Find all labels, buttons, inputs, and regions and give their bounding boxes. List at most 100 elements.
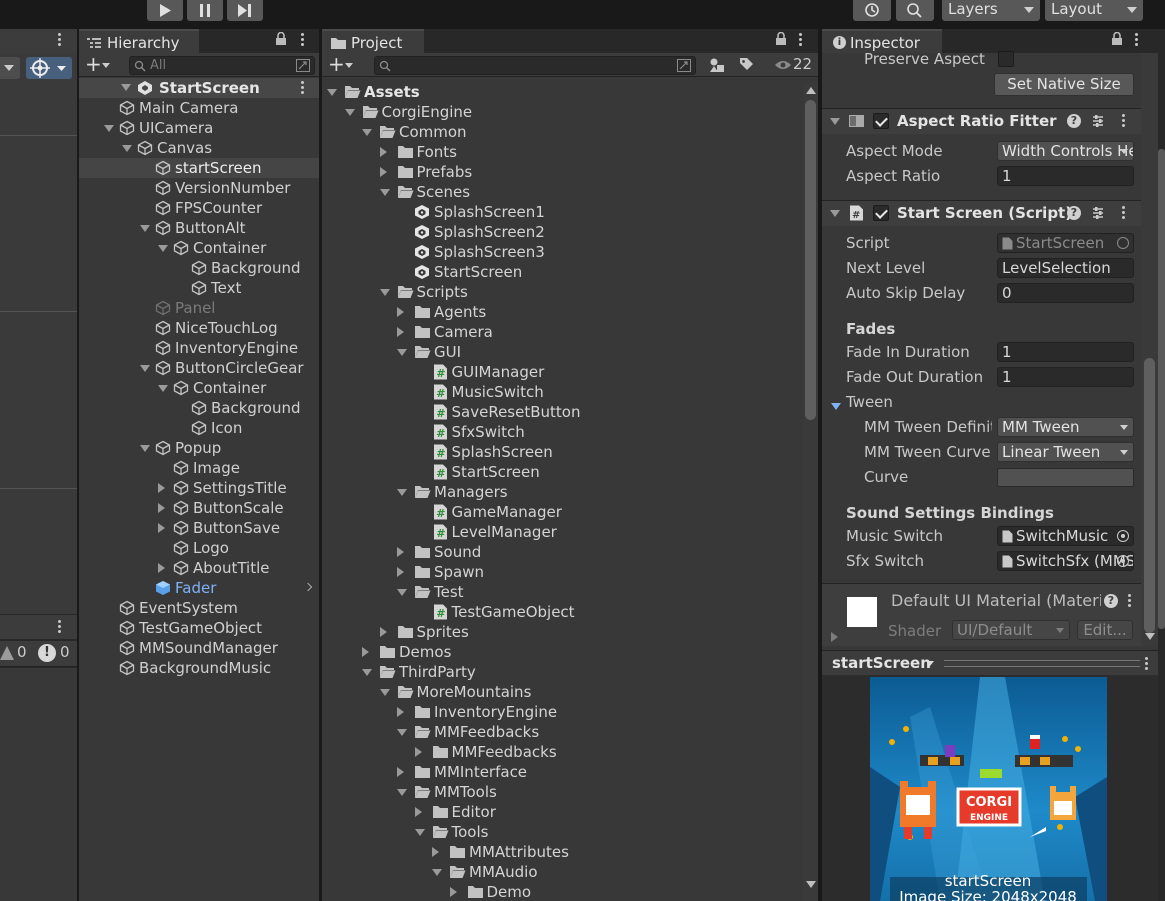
- project-search-input[interactable]: [374, 56, 696, 75]
- hierarchy-item[interactable]: ButtonSave: [79, 518, 319, 538]
- more-icon[interactable]: [799, 33, 803, 48]
- aspect-mode-dropdown[interactable]: Width Controls Height: [997, 141, 1134, 161]
- project-folder-row[interactable]: MMAttributes: [322, 842, 802, 862]
- scroll-thumb[interactable]: [805, 100, 816, 420]
- more-icon[interactable]: [1135, 33, 1139, 48]
- chevron-down-icon[interactable]: [926, 661, 934, 666]
- project-scene-row[interactable]: SplashScreen3: [322, 242, 802, 262]
- layout-dropdown[interactable]: Layout: [1045, 0, 1143, 21]
- collapse-arrow-icon[interactable]: [344, 109, 355, 116]
- more-icon[interactable]: [1122, 206, 1126, 221]
- fade-out-duration-field[interactable]: 1: [997, 367, 1134, 387]
- hierarchy-item[interactable]: InventoryEngine: [79, 338, 319, 358]
- more-icon[interactable]: [58, 620, 62, 635]
- collapse-arrow-icon[interactable]: [379, 289, 390, 296]
- project-folder-row[interactable]: Scenes: [322, 182, 802, 202]
- aspect-fitter-enabled-checkbox[interactable]: [873, 113, 889, 129]
- hierarchy-item[interactable]: FPSCounter: [79, 198, 319, 218]
- expand-arrow-icon[interactable]: [158, 563, 165, 573]
- project-folder-row[interactable]: Test: [322, 582, 802, 602]
- expand-arrow-icon[interactable]: [158, 503, 165, 513]
- project-folder-row[interactable]: Editor: [322, 802, 802, 822]
- hierarchy-item[interactable]: MMSoundManager: [79, 638, 319, 658]
- inspector-scrollbar[interactable]: [1141, 53, 1158, 647]
- aspect-ratio-fitter-header[interactable]: Aspect Ratio Fitter ?: [822, 108, 1141, 134]
- help-icon[interactable]: ?: [1067, 206, 1081, 220]
- collapse-arrow-icon[interactable]: [397, 589, 407, 596]
- gizmo-toggle[interactable]: [26, 57, 72, 79]
- tween-definition-dropdown[interactable]: MM Tween: [997, 417, 1134, 437]
- chevron-down-icon[interactable]: [102, 63, 110, 68]
- object-picker-icon[interactable]: [1117, 555, 1129, 567]
- tween-label[interactable]: Tween: [846, 392, 893, 412]
- preview-drag-handle[interactable]: [944, 660, 1140, 667]
- hierarchy-item[interactable]: Fader: [79, 578, 319, 598]
- curve-field[interactable]: [997, 468, 1134, 487]
- hierarchy-item[interactable]: Background: [79, 398, 319, 418]
- project-folder-row[interactable]: Demo: [322, 882, 802, 901]
- expand-arrow-icon[interactable]: [397, 307, 404, 317]
- project-folder-row[interactable]: InventoryEngine: [322, 702, 802, 722]
- project-folder-row[interactable]: Assets: [322, 82, 802, 102]
- collapse-arrow-icon[interactable]: [830, 118, 840, 125]
- tag-icon[interactable]: [739, 57, 754, 72]
- presets-icon[interactable]: [1091, 206, 1105, 220]
- pause-button[interactable]: [187, 0, 223, 21]
- hierarchy-item[interactable]: SettingsTitle: [79, 478, 319, 498]
- scroll-up-icon[interactable]: [806, 87, 816, 94]
- hierarchy-item[interactable]: UICamera: [79, 118, 319, 138]
- hierarchy-item[interactable]: BackgroundMusic: [79, 658, 319, 678]
- collapse-arrow-icon[interactable]: [414, 829, 425, 836]
- more-icon[interactable]: [301, 33, 305, 48]
- scroll-down-icon[interactable]: [1145, 633, 1155, 640]
- more-icon[interactable]: [1128, 594, 1132, 609]
- tween-foldout[interactable]: [831, 397, 841, 415]
- collapse-arrow-icon[interactable]: [158, 245, 168, 252]
- history-button[interactable]: [853, 0, 891, 21]
- collapse-arrow-icon[interactable]: [432, 869, 442, 876]
- more-icon[interactable]: [301, 81, 305, 96]
- hierarchy-item[interactable]: Container: [79, 378, 319, 398]
- tween-curve-dropdown[interactable]: Linear Tween: [997, 442, 1134, 462]
- project-folder-row[interactable]: MMInterface: [322, 762, 802, 782]
- warning-icon[interactable]: [0, 646, 14, 660]
- expand-arrow-icon[interactable]: [397, 767, 404, 777]
- hierarchy-item[interactable]: EventSystem: [79, 598, 319, 618]
- help-icon[interactable]: ?: [1067, 114, 1081, 128]
- project-script-row[interactable]: # SfxSwitch: [322, 422, 802, 442]
- chevron-down-icon[interactable]: [345, 63, 353, 68]
- hierarchy-item[interactable]: Main Camera: [79, 98, 319, 118]
- prefab-open-chevron-icon[interactable]: [303, 582, 313, 592]
- project-folder-row[interactable]: Managers: [322, 482, 802, 502]
- hierarchy-item[interactable]: Container: [79, 238, 319, 258]
- expand-arrow-icon[interactable]: [379, 627, 387, 637]
- collapse-arrow-icon[interactable]: [397, 349, 407, 356]
- project-folder-row[interactable]: Fonts: [322, 142, 802, 162]
- hierarchy-item[interactable]: startScreen: [79, 158, 319, 178]
- project-folder-row[interactable]: Sprites: [322, 622, 802, 642]
- collapse-arrow-icon[interactable]: [831, 403, 841, 410]
- hierarchy-item[interactable]: Canvas: [79, 138, 319, 158]
- expand-arrow-icon[interactable]: [397, 707, 404, 717]
- project-folder-row[interactable]: GUI: [322, 342, 802, 362]
- project-script-row[interactable]: # GUIManager: [322, 362, 802, 382]
- add-icon[interactable]: +: [85, 53, 102, 75]
- hierarchy-item[interactable]: Image: [79, 458, 319, 478]
- help-icon[interactable]: ?: [1104, 594, 1118, 608]
- more-icon[interactable]: [1122, 114, 1126, 129]
- collapse-arrow-icon[interactable]: [379, 689, 390, 696]
- project-script-row[interactable]: # SaveResetButton: [322, 402, 802, 422]
- edge-scroll-thumb[interactable]: [1158, 149, 1165, 629]
- next-level-field[interactable]: LevelSelection: [997, 258, 1134, 278]
- expand-arrow-icon[interactable]: [158, 523, 165, 533]
- expand-arrow-icon[interactable]: [158, 483, 165, 493]
- collapse-arrow-icon[interactable]: [397, 729, 407, 736]
- project-scene-row[interactable]: SplashScreen2: [322, 222, 802, 242]
- scene-filter-icon[interactable]: [296, 59, 310, 72]
- presets-icon[interactable]: [1091, 114, 1105, 128]
- expand-arrow-icon[interactable]: [121, 84, 131, 91]
- project-folder-row[interactable]: Prefabs: [322, 162, 802, 182]
- hierarchy-item[interactable]: Text: [79, 278, 319, 298]
- expand-arrow-icon[interactable]: [379, 147, 387, 157]
- expand-arrow-icon[interactable]: [414, 807, 422, 817]
